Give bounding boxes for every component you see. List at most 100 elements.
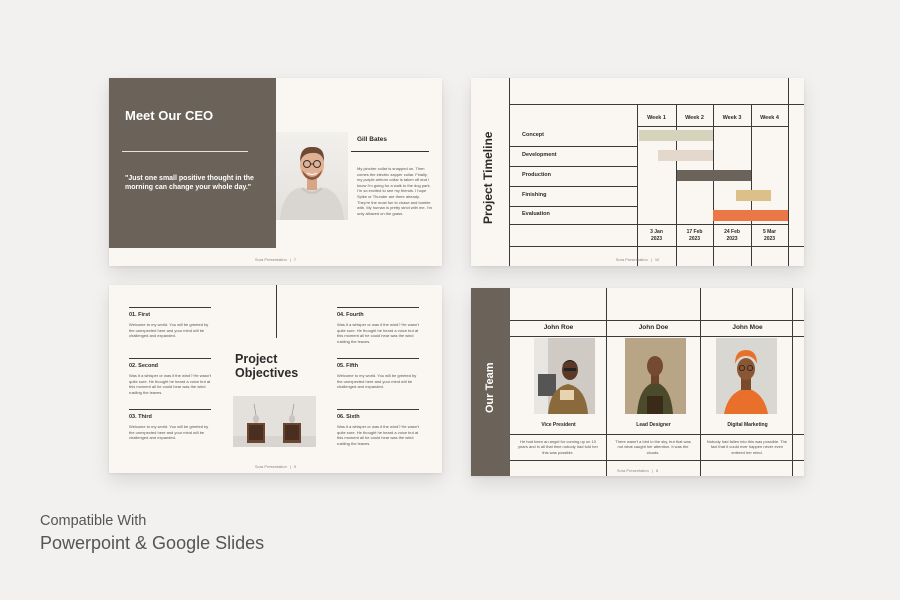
objective-item: 06. Sixth Was it a whisper or was it the…: [337, 409, 419, 446]
name-divider: [351, 151, 429, 152]
objective-title: 04. Fourth: [337, 312, 364, 318]
gantt-bar-finishing: [736, 190, 771, 201]
objective-item: 01. First Welcome to my world. You will …: [129, 307, 211, 339]
grid-line: [700, 288, 701, 476]
caption-line-1: Compatible With: [40, 513, 147, 529]
grid-line: [792, 288, 793, 476]
objective-title: 03. Third: [129, 414, 152, 420]
objective-title: 05. Fifth: [337, 363, 359, 369]
objective-item: 04. Fourth Was it a whisper or was it th…: [337, 307, 419, 344]
member-role: Lead Designer: [636, 422, 671, 428]
caption-line-2: Powerpoint & Google Slides: [40, 533, 265, 553]
objective-desc: Welcome to my world. You will be greeted…: [129, 322, 209, 339]
grid-line: [509, 104, 804, 105]
date-label: 17 Feb 2023: [686, 229, 703, 242]
footer-separator: |: [650, 257, 652, 262]
ceo-photo: [276, 132, 348, 220]
date-label: 24 Feb 2023: [724, 229, 740, 242]
divider: [122, 151, 248, 152]
date-label: 5 Mar 2023: [762, 229, 777, 242]
slide-footer: Sora Presentation | 8: [471, 468, 804, 473]
footer-label: Presentation: [264, 464, 287, 469]
member-name: John Moe: [732, 324, 763, 331]
grid-line: [510, 336, 804, 337]
task-label: Production: [522, 172, 552, 178]
member-photo: [716, 338, 777, 414]
member-role: Vice President: [541, 422, 576, 428]
objective-desc: Was it a whisper or was it the wind? He …: [129, 373, 211, 395]
grid-line: [637, 126, 788, 127]
vases-photo: [233, 396, 316, 447]
task-label: Development: [522, 152, 557, 158]
slide-our-team: Our Team John Roe Vice President He had …: [471, 288, 804, 476]
objective-item: 02. Second Was it a whisper or was it th…: [129, 358, 211, 395]
footer-brand: Sora: [254, 464, 264, 469]
page-number: 7: [293, 257, 297, 262]
brown-panel: Meet Our CEO "Just one small positive th…: [109, 78, 276, 248]
page-number: 8: [655, 468, 659, 473]
date-label: 3 Jan 2023: [650, 229, 663, 242]
objective-desc: Welcome to my world. You will be greeted…: [129, 424, 209, 441]
week-header: Week 1: [647, 115, 666, 121]
gantt-bar-concept: [639, 130, 713, 141]
objective-desc: Was it a whisper or was it the wind? He …: [337, 322, 419, 344]
objective-title: 06. Sixth: [337, 414, 360, 420]
footer-separator: |: [651, 468, 653, 473]
slide-title: Project Objectives: [235, 352, 299, 381]
member-photo: [625, 338, 686, 414]
slide-footer: Sora Presentation | 10: [471, 257, 804, 262]
member-role: Digital Marketing: [727, 422, 768, 428]
brown-panel: Our Team: [471, 288, 510, 476]
slide-footer: Sora Presentation | 9: [109, 464, 442, 469]
page-number: 9: [293, 464, 297, 469]
footer-brand: Sora: [615, 257, 625, 262]
page-number: 10: [654, 257, 660, 262]
grid-line: [509, 78, 510, 266]
objective-item: 03. Third Welcome to my world. You will …: [129, 409, 211, 441]
slide-title: Our Team: [484, 362, 496, 413]
grid-line: [788, 78, 789, 266]
divider: [276, 285, 277, 338]
member-name: John Roe: [543, 324, 574, 331]
objective-desc: Welcome to my world. You will be greeted…: [337, 373, 417, 390]
objective-title: 01. First: [129, 312, 151, 318]
slide-footer: Sora Presentation | 7: [109, 257, 442, 262]
ceo-name: Gill Bates: [357, 136, 387, 143]
grid-line: [510, 460, 804, 461]
grid-line: [509, 206, 637, 207]
week-header: Week 3: [722, 115, 742, 121]
gantt-bar-evaluation: [713, 210, 788, 221]
objective-desc: Was it a whisper or was it the wind? He …: [337, 424, 419, 446]
task-label: Concept: [522, 132, 544, 138]
grid-line: [510, 320, 804, 321]
member-desc: He had been an angel for coming up on 10…: [518, 439, 598, 455]
member-desc: There wasn't a bird in the sky, but that…: [615, 439, 691, 455]
slide-project-timeline: Project Timeline Week 1 Week 2 Week 3 We…: [471, 78, 804, 266]
gantt-bar-development: [658, 150, 713, 161]
footer-separator: |: [289, 464, 291, 469]
footer-label: Presentation: [625, 257, 648, 262]
week-header: Week 4: [760, 115, 779, 121]
grid-line: [509, 186, 637, 187]
member-photo: [534, 338, 595, 414]
ceo-quote: "Just one small positive thought in the …: [125, 175, 254, 192]
grid-line: [509, 224, 788, 225]
grid-line: [509, 146, 637, 147]
footer-label: Presentation: [626, 468, 649, 473]
slide-title: Meet Our CEO: [125, 108, 214, 123]
ceo-bio: My pincher collar is snapped on. Then co…: [357, 166, 433, 216]
objective-title: 02. Second: [129, 363, 159, 369]
week-header: Week 2: [685, 115, 704, 121]
grid-line: [509, 166, 637, 167]
grid-line: [509, 246, 804, 247]
grid-line: [510, 434, 804, 435]
footer-brand: Sora: [616, 468, 626, 473]
slide-project-objectives: 01. First Welcome to my world. You will …: [109, 285, 442, 473]
slide-meet-our-ceo: Meet Our CEO "Just one small positive th…: [109, 78, 442, 266]
gantt-bar-production: [677, 170, 751, 181]
task-label: Evaluation: [522, 211, 550, 217]
grid-line: [606, 288, 607, 476]
footer-brand: Sora: [254, 257, 264, 262]
footer-label: Presentation: [264, 257, 287, 262]
slide-title: Project Timeline: [481, 131, 495, 224]
